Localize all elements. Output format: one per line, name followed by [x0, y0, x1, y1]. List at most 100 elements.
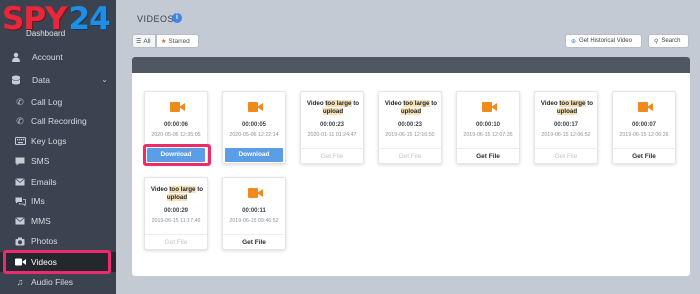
- video-duration: 00:00:23: [319, 122, 345, 128]
- video-date: 2019-06-15 11:17:46: [151, 218, 201, 224]
- sidebar-item-call-log[interactable]: ✆ Call Log: [0, 92, 116, 112]
- get-file-button: Get File: [301, 148, 363, 164]
- video-duration: 00:00:23: [397, 122, 423, 128]
- video-date: 2019-06-15 09:46:52: [229, 218, 279, 224]
- user-icon: [10, 51, 22, 63]
- video-duration: 00:00:10: [475, 122, 501, 128]
- sidebar-item-dashboard[interactable]: Dashboard: [26, 29, 65, 38]
- too-large-message: Video too large to upload: [382, 100, 440, 115]
- video-card[interactable]: Video too large to upload 00:00:23 2019-06…: [378, 91, 442, 164]
- message-text: upload: [556, 107, 578, 115]
- message-text: upload: [400, 107, 422, 115]
- sidebar-item-call-recording[interactable]: ✆ Call Recording: [0, 111, 116, 131]
- sidebar-item-ims[interactable]: IMs: [0, 191, 116, 211]
- message-text: too large: [169, 186, 196, 193]
- filter-starred-label: Starred: [168, 37, 190, 45]
- get-file-button: Get File: [535, 148, 597, 164]
- phone-icon: ✆: [16, 96, 24, 107]
- get-file-button: Get File: [145, 234, 207, 250]
- message-icon: [14, 155, 26, 167]
- too-large-message: Video too large to upload: [148, 186, 206, 201]
- sidebar-item-label: Call Log: [31, 97, 63, 107]
- sidebar-item-mms[interactable]: MMS: [0, 211, 116, 231]
- sidebar-item-label: Data: [32, 75, 50, 85]
- filter-all-button[interactable]: ☰ All: [132, 34, 156, 48]
- sidebar-item-key-logs[interactable]: Key Logs: [0, 131, 116, 151]
- video-card[interactable]: 00:00:07 2019-06-15 12:06:26 Get File: [612, 91, 676, 164]
- sidebar-item-label: Photos: [31, 236, 58, 246]
- page-title: VIDEOS: [137, 14, 175, 24]
- video-date: 2019-06-15 12:16:50: [385, 132, 435, 138]
- message-text: to: [197, 186, 204, 193]
- sidebar-item-account[interactable]: Account: [0, 47, 116, 67]
- email-icon: [14, 176, 26, 188]
- video-duration: 00:00:07: [631, 122, 657, 128]
- get-file-button[interactable]: Get File: [223, 234, 285, 250]
- info-icon[interactable]: i: [172, 13, 182, 23]
- filter-all-label: All: [143, 37, 151, 45]
- video-card[interactable]: Video too large to upload 00:00:17 2019-06…: [534, 91, 598, 164]
- panel-header-bar: [132, 57, 690, 73]
- sidebar-item-label: MMS: [31, 216, 51, 226]
- search-button[interactable]: ⚲ Search: [648, 34, 689, 48]
- sidebar-item-audio-files[interactable]: ♫ Audio Files: [0, 272, 116, 292]
- download-highlight-frame: [143, 144, 211, 166]
- camera-icon: [14, 235, 26, 247]
- videos-panel: 00:00:06 2020-05-06 12:35:05 Download 00:00…: [132, 57, 690, 276]
- video-date: 2020-05-06 12:35:05: [151, 132, 201, 138]
- message-text: too large: [325, 100, 352, 107]
- video-card[interactable]: 00:00:11 2019-06-15 09:46:52 Get File: [222, 177, 286, 250]
- sidebar-item-data[interactable]: Data ⌄: [0, 70, 116, 90]
- message-text: Video: [540, 100, 558, 107]
- message-text: to: [587, 100, 594, 107]
- search-button-label: Search: [661, 38, 681, 44]
- video-duration: 00:00:11: [242, 208, 266, 214]
- keyboard-icon: [14, 135, 26, 147]
- sidebar-item-emails[interactable]: Emails: [0, 172, 116, 192]
- video-camera-icon: [638, 102, 653, 112]
- video-duration: 00:00:05: [241, 122, 267, 128]
- download-button[interactable]: Download: [225, 148, 283, 162]
- message-text: Video: [384, 100, 402, 107]
- get-historical-video-button[interactable]: ⊕ Get Historical Video: [565, 34, 642, 48]
- message-text: too large: [403, 100, 430, 107]
- too-large-message: Video too large to upload: [538, 100, 596, 115]
- video-card[interactable]: 00:00:10 2019-06-15 12:07:35 Get File: [456, 91, 520, 164]
- message-text: upload: [322, 107, 344, 115]
- sidebar-item-label: Emails: [31, 177, 57, 187]
- video-camera-icon: [248, 188, 263, 198]
- star-icon: ★: [161, 38, 167, 45]
- video-card[interactable]: 00:00:05 2020-05-06 12:22:14 Download: [222, 91, 286, 164]
- sidebar-item-photos[interactable]: Photos: [0, 231, 116, 251]
- chevron-down-icon: ⌄: [101, 75, 108, 84]
- video-duration: 00:00:06: [163, 122, 189, 128]
- video-duration: 00:00:17: [553, 122, 579, 128]
- sidebar-item-label: Call Recording: [31, 116, 87, 126]
- video-duration: 00:00:29: [163, 208, 189, 214]
- message-text: to: [431, 100, 438, 107]
- video-camera-icon: [170, 102, 185, 112]
- get-file-button[interactable]: Get File: [457, 148, 519, 164]
- historical-button-label: Get Historical Video: [579, 38, 632, 44]
- video-date: 2019-06-15 12:06:26: [619, 132, 669, 138]
- video-card[interactable]: Video too large to upload 00:00:29 2019-06…: [144, 177, 208, 250]
- video-date: 2020-01-11 01:24:47: [307, 132, 357, 138]
- too-large-message: Video too large to upload: [304, 100, 362, 115]
- search-icon: ⚲: [654, 38, 659, 45]
- list-icon: ☰: [136, 38, 142, 45]
- get-file-button[interactable]: Get File: [613, 148, 675, 164]
- message-text: Video: [150, 186, 168, 193]
- filter-starred-button[interactable]: ★ Starred: [156, 34, 199, 48]
- sidebar-item-label: Account: [32, 52, 63, 62]
- brand-logo-part2: 24: [68, 0, 111, 37]
- plus-circle-icon: ⊕: [571, 38, 577, 45]
- sidebar-item-label: Audio Files: [31, 277, 74, 287]
- chat-icon: [14, 195, 26, 207]
- message-text: too large: [559, 100, 586, 107]
- sidebar-item-sms[interactable]: SMS: [0, 151, 116, 171]
- phone-record-icon: ✆: [16, 115, 24, 126]
- video-card[interactable]: Video too large to upload 00:00:23 2020-01…: [300, 91, 364, 164]
- mms-icon: [14, 215, 26, 227]
- video-date: 2019-06-15 12:06:52: [541, 132, 591, 138]
- message-text: to: [353, 100, 360, 107]
